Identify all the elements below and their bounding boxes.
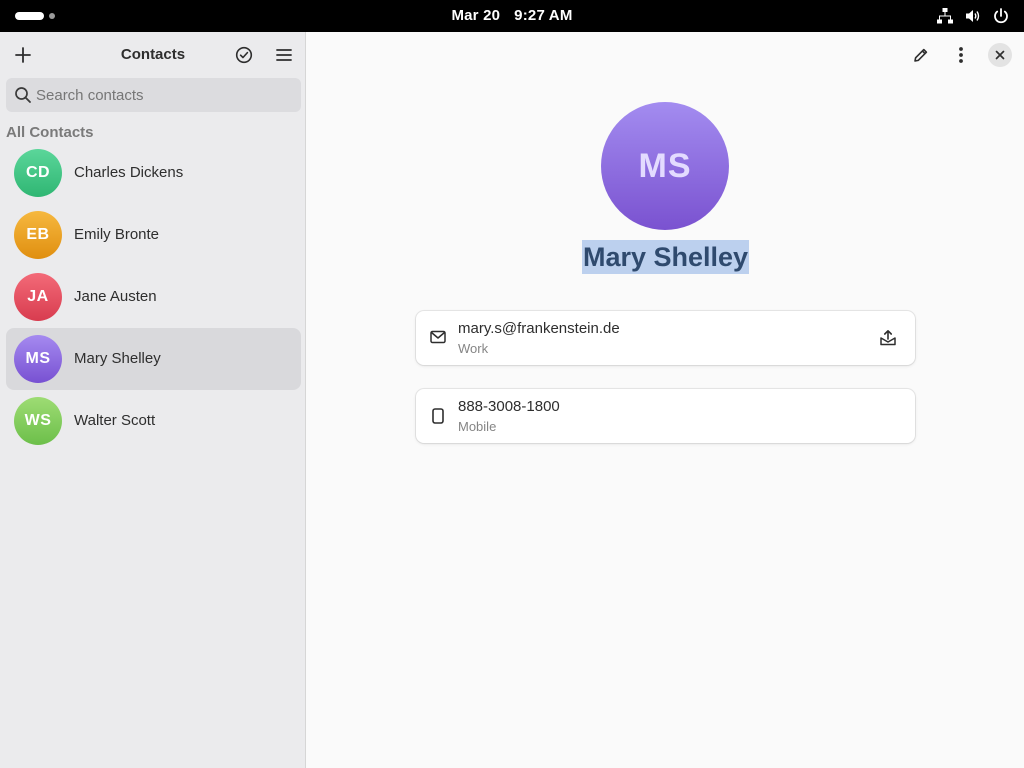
email-value: mary.s@frankenstein.de: [458, 320, 620, 337]
contact-menu-button[interactable]: [944, 38, 978, 72]
check-circle-icon: [235, 46, 253, 64]
contact-name: Mary Shelley: [74, 350, 161, 367]
avatar: EB: [14, 211, 62, 259]
contact-row-mary-shelley[interactable]: MS Mary Shelley: [6, 328, 301, 390]
envelope-icon: [430, 330, 446, 344]
contact-list: CD Charles Dickens EB Emily Bronte JA Ja…: [6, 142, 301, 452]
contact-avatar-large: MS: [601, 102, 729, 230]
main-menu-button[interactable]: [267, 38, 301, 72]
contact-detail-pane: MS Mary Shelley mary.s@frankenstein.de W…: [307, 32, 1024, 768]
avatar: CD: [14, 149, 62, 197]
kebab-menu-icon: [959, 47, 963, 63]
close-button[interactable]: [988, 43, 1012, 67]
contact-row-walter-scott[interactable]: WS Walter Scott: [6, 390, 301, 452]
contact-name: Jane Austen: [74, 288, 157, 305]
email-type-label: Work: [458, 341, 489, 356]
contact-name-wrap: Mary Shelley: [307, 240, 1024, 274]
search-input[interactable]: [36, 78, 296, 112]
pencil-edit-icon: [914, 48, 928, 62]
phone-value: 888-3008-1800: [458, 398, 560, 415]
contact-name: Charles Dickens: [74, 164, 184, 181]
send-mail-icon: [880, 330, 896, 346]
power-icon: [994, 8, 1008, 24]
section-heading-all-contacts: All Contacts: [6, 124, 94, 141]
contacts-sidebar: Contacts All Contacts CD Char: [0, 32, 306, 768]
phone-field-row[interactable]: 888-3008-1800 Mobile: [416, 389, 915, 443]
avatar: WS: [14, 397, 62, 445]
contact-row-jane-austen[interactable]: JA Jane Austen: [6, 266, 301, 328]
search-bar[interactable]: [6, 78, 301, 112]
select-contacts-button[interactable]: [227, 38, 261, 72]
avatar: MS: [14, 335, 62, 383]
volume-icon: [966, 10, 980, 22]
contact-name: Walter Scott: [74, 412, 156, 429]
sidebar-header: Contacts: [0, 32, 306, 78]
edit-contact-button[interactable]: [904, 38, 938, 72]
contact-full-name[interactable]: Mary Shelley: [581, 240, 750, 274]
avatar: JA: [14, 273, 62, 321]
top-bar: Mar 20 9:27 AM: [0, 0, 1024, 32]
phone-icon: [432, 408, 444, 424]
plus-icon: [15, 47, 31, 63]
close-icon: [995, 50, 1005, 60]
clock-time: 9:27 AM: [514, 7, 573, 24]
clock-date: Mar 20: [451, 7, 501, 24]
add-contact-button[interactable]: [6, 38, 40, 72]
hamburger-menu-icon: [276, 49, 292, 61]
contact-row-charles-dickens[interactable]: CD Charles Dickens: [6, 142, 301, 204]
send-email-button[interactable]: [873, 323, 903, 353]
system-tray[interactable]: [936, 7, 1010, 25]
search-icon: [15, 87, 31, 103]
network-icon: [937, 8, 953, 24]
contact-name: Emily Bronte: [74, 226, 160, 243]
phone-type-label: Mobile: [458, 419, 497, 434]
clock[interactable]: Mar 20 9:27 AM: [0, 0, 1024, 32]
email-field-row[interactable]: mary.s@frankenstein.de Work: [416, 311, 915, 365]
contact-row-emily-bronte[interactable]: EB Emily Bronte: [6, 204, 301, 266]
